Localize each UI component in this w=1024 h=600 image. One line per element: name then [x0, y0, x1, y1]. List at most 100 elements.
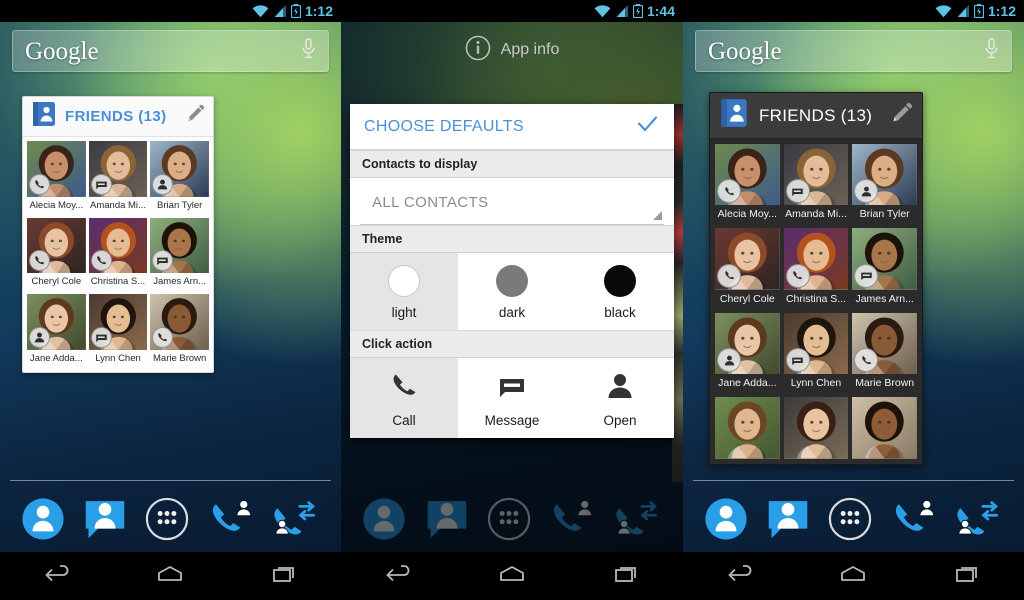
- dock-divider: [693, 480, 1014, 481]
- click-action-call[interactable]: Call: [350, 358, 458, 438]
- call-log-plus-icon[interactable]: [955, 497, 1003, 546]
- contact-tile[interactable]: Alecia Moy...: [715, 144, 780, 224]
- contacts-plus-round-icon[interactable]: [362, 497, 406, 546]
- message-icon[interactable]: [785, 348, 810, 373]
- call-icon[interactable]: [90, 250, 112, 272]
- contacts-plus-round-icon[interactable]: [704, 497, 748, 546]
- home-icon[interactable]: [836, 561, 870, 592]
- contact-tile[interactable]: Brian Tyler: [150, 141, 209, 215]
- app-info-drop-target[interactable]: App info: [341, 28, 683, 72]
- nav-bar: [683, 552, 1024, 600]
- click-action-open[interactable]: Open: [566, 358, 674, 438]
- contacts-to-display-spinner[interactable]: ALL CONTACTS: [360, 178, 664, 225]
- contact-name: Christina S...: [785, 292, 847, 305]
- back-icon[interactable]: [381, 561, 415, 592]
- contacts-grid[interactable]: Alecia Moy... Amanda Mi... Brian Tyler Cher…: [23, 137, 213, 372]
- widget-header: FRIENDS (13): [710, 93, 922, 139]
- contact-tile[interactable]: Christina S...: [88, 217, 148, 292]
- recents-icon[interactable]: [950, 561, 984, 592]
- click-action-label: Call: [392, 413, 416, 428]
- dock: [683, 480, 1024, 552]
- contact-tile[interactable]: James Arn...: [852, 228, 917, 308]
- theme-option-light[interactable]: light: [350, 253, 458, 330]
- nav-bar: [0, 552, 341, 600]
- pencil-icon[interactable]: [185, 104, 205, 129]
- person-icon[interactable]: [152, 173, 174, 195]
- contact-name: Amanda Mi...: [90, 199, 146, 211]
- all-apps-icon[interactable]: [145, 497, 189, 546]
- message-icon[interactable]: [90, 173, 112, 195]
- messages-plus-icon[interactable]: [425, 497, 469, 546]
- recents-icon[interactable]: [609, 561, 643, 592]
- contact-tile[interactable]: Cheryl Cole: [715, 228, 780, 308]
- person-icon: [604, 370, 636, 405]
- theme-option-black[interactable]: black: [566, 253, 674, 330]
- click-action-message[interactable]: Message: [458, 358, 566, 438]
- messages-plus-icon[interactable]: [83, 497, 127, 546]
- circle-black-icon: [604, 265, 636, 297]
- contacts-widget-dark[interactable]: FRIENDS (13) Alecia Moy... Amanda Mi... Br…: [709, 92, 923, 465]
- phone-plus-icon[interactable]: [208, 497, 254, 546]
- contact-tile[interactable]: Alecia Moy...: [27, 141, 86, 215]
- contact-tile[interactable]: Marie Brown: [852, 312, 917, 393]
- call-log-plus-icon[interactable]: [614, 497, 662, 546]
- message-icon[interactable]: [90, 327, 112, 349]
- messages-plus-icon[interactable]: [766, 497, 810, 546]
- contact-photo: [27, 294, 86, 351]
- microphone-icon[interactable]: [301, 37, 316, 65]
- theme-option-dark[interactable]: dark: [458, 253, 566, 330]
- contact-tile[interactable]: Jane Adda...: [27, 294, 86, 368]
- message-icon[interactable]: [785, 179, 810, 204]
- home-icon[interactable]: [153, 561, 187, 592]
- call-icon[interactable]: [785, 263, 810, 288]
- contact-tile[interactable]: Jane Adda...: [715, 312, 780, 393]
- dock: [0, 480, 341, 552]
- contact-tile[interactable]: Lynn Chen: [783, 312, 849, 393]
- google-logo: Google: [708, 37, 782, 65]
- contact-tile[interactable]: Lynn Chen: [88, 294, 148, 368]
- microphone-icon[interactable]: [984, 37, 999, 65]
- check-icon[interactable]: [634, 113, 660, 140]
- contact-photo: [88, 294, 148, 351]
- back-icon[interactable]: [40, 561, 74, 592]
- wifi-icon: [252, 4, 269, 17]
- phone-plus-icon[interactable]: [891, 497, 937, 546]
- signal-icon: [956, 4, 969, 17]
- google-search-bar[interactable]: Google: [695, 30, 1012, 72]
- all-apps-icon[interactable]: [487, 497, 531, 546]
- contact-tile[interactable]: Brian Tyler: [852, 144, 917, 224]
- contact-photo: [27, 141, 86, 197]
- phone-plus-icon[interactable]: [549, 497, 595, 546]
- contact-tile[interactable]: Christina S...: [783, 228, 849, 308]
- contact-tile[interactable]: [783, 397, 849, 459]
- contact-name: Jane Adda...: [718, 377, 777, 390]
- contact-photo: [852, 312, 917, 375]
- all-apps-icon[interactable]: [828, 497, 872, 546]
- contact-tile[interactable]: [715, 397, 780, 459]
- contact-tile[interactable]: Amanda Mi...: [783, 144, 849, 224]
- call-icon[interactable]: [29, 173, 50, 195]
- dropdown-triangle-icon[interactable]: [653, 211, 662, 220]
- call-icon[interactable]: [717, 263, 741, 288]
- status-bar: 1:44: [341, 0, 683, 22]
- call-log-plus-icon[interactable]: [272, 497, 320, 546]
- spinner-value: ALL CONTACTS: [372, 194, 489, 211]
- recents-icon[interactable]: [267, 561, 301, 592]
- contact-tile[interactable]: Marie Brown: [150, 294, 209, 368]
- back-icon[interactable]: [723, 561, 757, 592]
- contacts-widget-light[interactable]: FRIENDS (13) Alecia Moy... Amanda Mi... Br…: [22, 96, 214, 374]
- contacts-plus-round-icon[interactable]: [21, 497, 65, 546]
- contact-tile[interactable]: Cheryl Cole: [27, 217, 86, 292]
- contact-tile[interactable]: James Arn...: [150, 217, 209, 292]
- panel-choose-defaults: 1:44 App info CHOOSE DEFAULTS Contacts t…: [341, 0, 683, 600]
- dialog-header: CHOOSE DEFAULTS: [350, 104, 674, 150]
- contact-tile[interactable]: [852, 397, 917, 459]
- dock-divider: [10, 480, 331, 481]
- pencil-icon[interactable]: [890, 102, 913, 130]
- home-icon[interactable]: [495, 561, 529, 592]
- choose-defaults-dialog[interactable]: CHOOSE DEFAULTS Contacts to display ALL …: [350, 104, 674, 439]
- google-search-bar[interactable]: Google: [12, 30, 329, 72]
- contact-name: Lynn Chen: [790, 377, 842, 390]
- contacts-grid[interactable]: Alecia Moy... Amanda Mi... Brian Tyler Cher…: [710, 139, 922, 464]
- contact-tile[interactable]: Amanda Mi...: [88, 141, 148, 215]
